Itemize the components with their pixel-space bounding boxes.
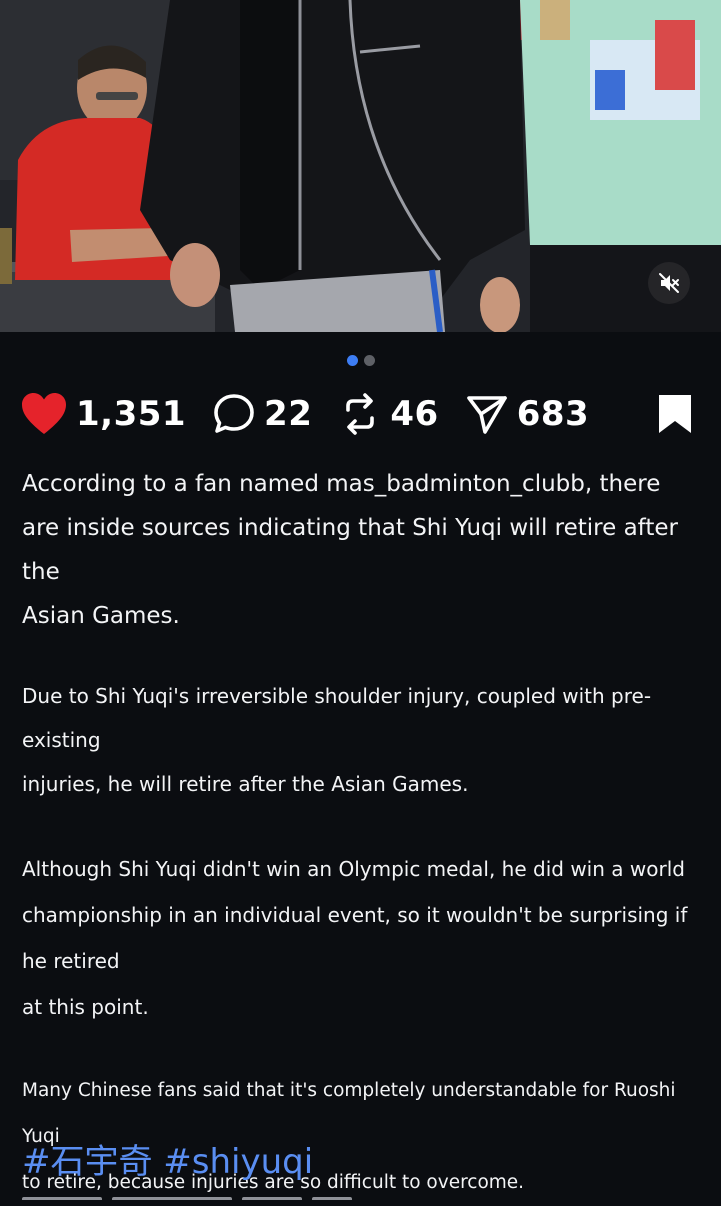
- mute-icon: [659, 273, 679, 293]
- share-count: 683: [516, 394, 590, 434]
- repost-count: 46: [390, 394, 439, 434]
- post-photo: [0, 0, 721, 332]
- bookmark-icon: [659, 395, 691, 433]
- comment-count: 22: [264, 394, 313, 434]
- truncated-line: [22, 1188, 382, 1200]
- comment-button[interactable]: 22: [212, 392, 312, 436]
- comment-icon: [214, 394, 254, 433]
- caption-paragraph-1: According to a fan named mas_badminton_c…: [22, 471, 678, 629]
- hashtag-links[interactable]: #石宇奇 #shiyuqi: [22, 1134, 313, 1183]
- caption-paragraph-2: Due to Shi Yuqi's irreversible shoulder …: [22, 684, 652, 796]
- heart-icon: [22, 393, 66, 434]
- share-icon: [466, 396, 507, 434]
- carousel-dot-2[interactable]: [363, 355, 375, 366]
- repost-icon: [346, 393, 375, 435]
- like-button[interactable]: 1,351: [20, 392, 186, 436]
- carousel-dot-1[interactable]: [346, 355, 358, 366]
- share-button[interactable]: 683: [465, 392, 589, 436]
- bookmark-button[interactable]: [655, 394, 695, 434]
- mute-button[interactable]: [648, 262, 690, 304]
- repost-button[interactable]: 46: [338, 392, 438, 436]
- caption-paragraph-3: Although Shi Yuqi didn't win an Olympic …: [22, 857, 688, 1019]
- carousel-indicator: [0, 355, 721, 367]
- post-media[interactable]: [0, 0, 721, 332]
- action-bar: 1,351 22 46 683: [20, 388, 700, 440]
- post-caption: According to a fan named mas_badminton_c…: [0, 462, 721, 1206]
- like-count: 1,351: [76, 394, 187, 434]
